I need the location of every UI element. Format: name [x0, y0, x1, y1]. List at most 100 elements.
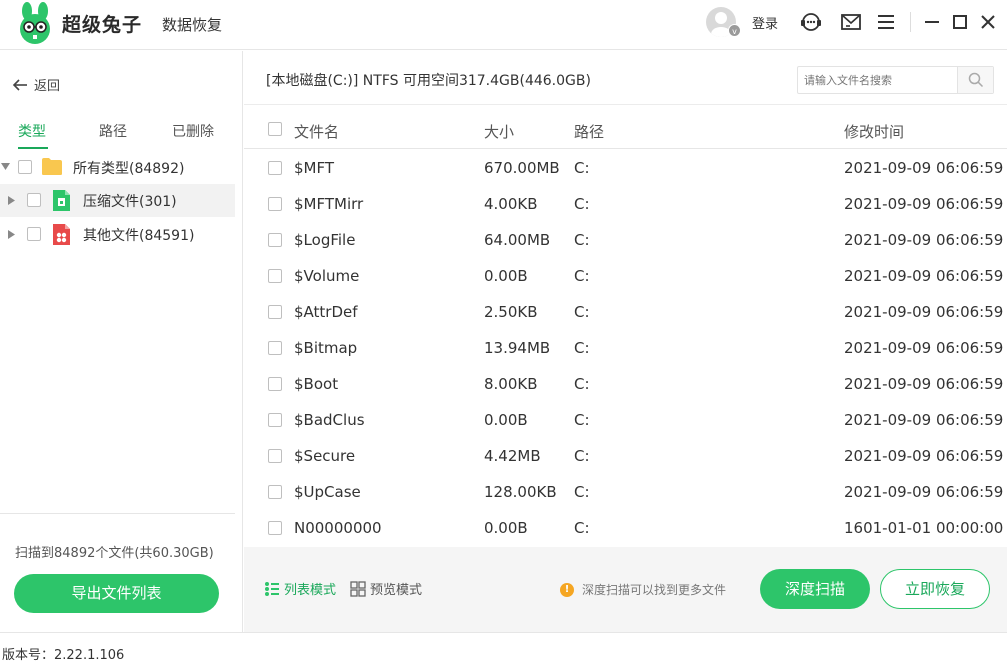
table-row[interactable]: $Boot 8.00KB C: 2021-09-09 06:06:59	[244, 366, 1007, 402]
tab-path[interactable]: 路径	[99, 121, 127, 141]
cell-name: $LogFile	[294, 231, 356, 249]
version-label: 版本号：2.22.1.106	[2, 648, 125, 663]
cell-size: 0.00B	[484, 267, 528, 285]
tree-checkbox[interactable]	[27, 227, 41, 241]
row-checkbox[interactable]	[268, 521, 282, 535]
cell-size: 64.00MB	[484, 231, 551, 249]
row-checkbox[interactable]	[268, 305, 282, 319]
caret-down-icon[interactable]	[1, 163, 10, 171]
preview-mode-label: 预览模式	[370, 583, 423, 598]
table-row[interactable]: $AttrDef 2.50KB C: 2021-09-09 06:06:59	[244, 294, 1007, 330]
column-header-name[interactable]: 文件名	[294, 121, 339, 142]
search-input[interactable]	[798, 67, 958, 93]
cell-size: 8.00KB	[484, 375, 538, 393]
table-row[interactable]: N00000000 0.00B C: 1601-01-01 00:00:00	[244, 510, 1007, 546]
table-row[interactable]: $MFT 670.00MB C: 2021-09-09 06:06:59	[244, 150, 1007, 186]
close-icon[interactable]	[977, 11, 999, 33]
row-checkbox[interactable]	[268, 341, 282, 355]
disk-path-info: [本地磁盘(C:)] NTFS 可用空间317.4GB(446.0GB)	[266, 73, 591, 89]
column-header-path[interactable]: 路径	[574, 121, 604, 142]
tree-checkbox[interactable]	[18, 160, 32, 174]
table-header: 文件名 大小 路径 修改时间	[244, 111, 1007, 149]
customer-service-icon[interactable]	[800, 11, 822, 33]
back-label: 返回	[34, 79, 61, 94]
caret-right-icon[interactable]	[8, 196, 15, 205]
row-checkbox[interactable]	[268, 485, 282, 499]
list-mode-toggle[interactable]: 列表模式	[264, 579, 336, 598]
cell-path: C:	[574, 159, 590, 177]
back-button[interactable]: 返回	[12, 75, 60, 94]
tree-item-all-types[interactable]: 所有类型(84892)	[0, 151, 235, 184]
cell-size: 4.42MB	[484, 447, 541, 465]
sidebar-tabs: 类型 路径 已删除	[0, 119, 243, 149]
cell-modified: 2021-09-09 06:06:59	[844, 447, 1004, 465]
menu-icon[interactable]	[875, 11, 897, 33]
tab-deleted[interactable]: 已删除	[172, 121, 214, 141]
table-row[interactable]: $LogFile 64.00MB C: 2021-09-09 06:06:59	[244, 222, 1007, 258]
grid-view-icon	[350, 580, 366, 597]
row-checkbox[interactable]	[268, 161, 282, 175]
cell-modified: 2021-09-09 06:06:59	[844, 483, 1004, 501]
deep-scan-button[interactable]: 深度扫描	[760, 569, 870, 609]
cell-size: 128.00KB	[484, 483, 557, 501]
table-row[interactable]: $Secure 4.42MB C: 2021-09-09 06:06:59	[244, 438, 1007, 474]
search-icon	[968, 72, 984, 88]
title-bar: 超级兔子 数据恢复 v 登录	[0, 0, 1007, 50]
cell-path: C:	[574, 411, 590, 429]
cell-name: N00000000	[294, 519, 382, 537]
cell-name: $Secure	[294, 447, 356, 465]
search-button[interactable]	[957, 67, 993, 93]
sidebar-divider	[0, 513, 235, 514]
cell-path: C:	[574, 447, 590, 465]
brand-subtitle: 数据恢复	[162, 16, 223, 34]
table-row[interactable]: $BadClus 0.00B C: 2021-09-09 06:06:59	[244, 402, 1007, 438]
table-row[interactable]: $UpCase 128.00KB C: 2021-09-09 06:06:59	[244, 474, 1007, 510]
preview-mode-toggle[interactable]: 预览模式	[350, 579, 422, 598]
cell-size: 2.50KB	[484, 303, 538, 321]
login-link[interactable]: 登录	[752, 13, 778, 32]
column-header-size[interactable]: 大小	[484, 121, 514, 142]
sidebar: 返回 类型 路径 已删除 所有类型(84892) 压缩文件(301) 其他文件(…	[0, 51, 243, 632]
table-row[interactable]: $Volume 0.00B C: 2021-09-09 06:06:59	[244, 258, 1007, 294]
folder-icon	[42, 158, 62, 175]
row-checkbox[interactable]	[268, 269, 282, 283]
cell-name: $MFTMirr	[294, 195, 364, 213]
feedback-icon[interactable]	[840, 11, 862, 33]
table-row[interactable]: $MFTMirr 4.00KB C: 2021-09-09 06:06:59	[244, 186, 1007, 222]
row-checkbox[interactable]	[268, 413, 282, 427]
header-divider	[244, 104, 1007, 105]
rabbit-logo-icon	[20, 2, 50, 44]
scan-summary: 扫描到84892个文件(共60.30GB)	[15, 546, 214, 561]
row-checkbox[interactable]	[268, 233, 282, 247]
caret-right-icon[interactable]	[8, 230, 15, 239]
bottom-action-bar: 列表模式 预览模式 ! 深度扫描可以找到更多文件 深度扫描 立即恢复	[244, 547, 1007, 632]
row-checkbox[interactable]	[268, 377, 282, 391]
row-checkbox[interactable]	[268, 449, 282, 463]
recover-now-button[interactable]: 立即恢复	[880, 569, 990, 609]
tree-item-label: 其他文件(84591)	[83, 227, 195, 244]
cell-name: $Bitmap	[294, 339, 358, 357]
table-row[interactable]: $Bitmap 13.94MB C: 2021-09-09 06:06:59	[244, 330, 1007, 366]
tree-item-label: 压缩文件(301)	[83, 193, 177, 210]
cell-path: C:	[574, 267, 590, 285]
select-all-checkbox[interactable]	[268, 122, 282, 136]
cell-size: 0.00B	[484, 519, 528, 537]
tree-item-archive[interactable]: 压缩文件(301)	[0, 184, 235, 217]
cell-size: 670.00MB	[484, 159, 560, 177]
export-file-list-button[interactable]: 导出文件列表	[14, 574, 219, 613]
cell-modified: 2021-09-09 06:06:59	[844, 303, 1004, 321]
cell-modified: 2021-09-09 06:06:59	[844, 159, 1004, 177]
column-header-modified[interactable]: 修改时间	[844, 121, 904, 142]
cell-modified: 2021-09-09 06:06:59	[844, 231, 1004, 249]
row-checkbox[interactable]	[268, 197, 282, 211]
cell-path: C:	[574, 519, 590, 537]
cell-path: C:	[574, 375, 590, 393]
tree-item-other[interactable]: 其他文件(84591)	[0, 218, 235, 251]
maximize-icon[interactable]	[949, 11, 971, 33]
tree-checkbox[interactable]	[27, 193, 41, 207]
other-file-icon	[53, 224, 70, 245]
cell-name: $UpCase	[294, 483, 361, 501]
tab-type[interactable]: 类型	[18, 121, 46, 141]
minimize-icon[interactable]	[921, 11, 943, 33]
cell-modified: 2021-09-09 06:06:59	[844, 411, 1004, 429]
